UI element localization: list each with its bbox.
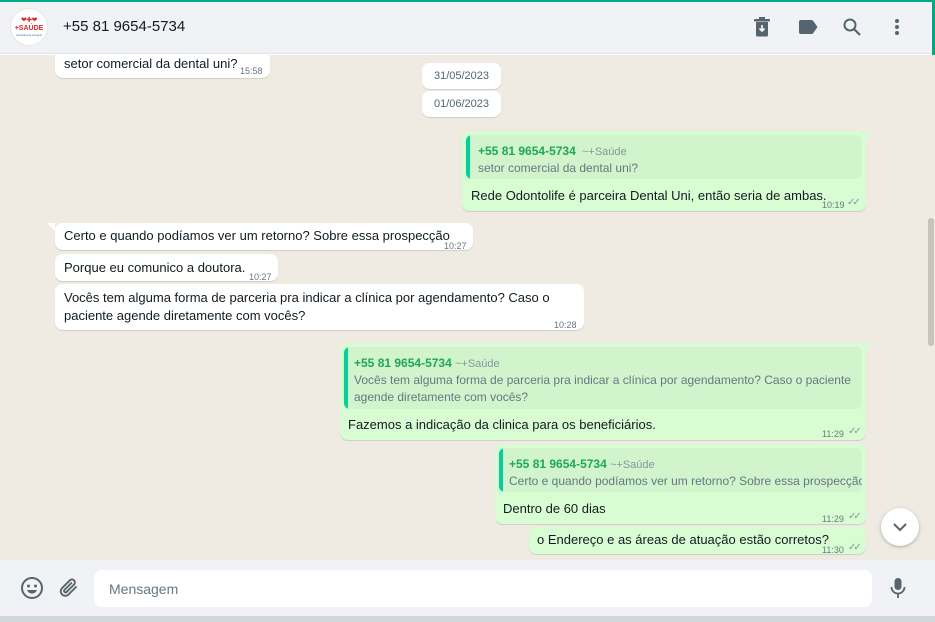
message-text: Rede Odontolife é parceira Dental Uni, e…: [471, 188, 827, 203]
archive-icon[interactable]: [750, 15, 774, 39]
whatsapp-chat-window: ❤✚❤ +SAÚDE assistência integral +55 81 9…: [0, 0, 935, 622]
message-time: 10:28: [554, 320, 577, 330]
message-incoming[interactable]: Certo e quando podíamos ver um retorno? …: [55, 223, 473, 251]
message-outgoing[interactable]: o Endereço e as áreas de atuação estão c…: [529, 527, 866, 555]
message-input[interactable]: [94, 570, 872, 607]
message-incoming[interactable]: Porque eu comunico a doutora. 10:27: [55, 254, 278, 282]
message-text: setor comercial da dental uni?: [64, 56, 238, 71]
mic-icon[interactable]: [885, 575, 911, 601]
double-check-icon: ✓✓: [848, 426, 862, 437]
date-separator: 31/05/2023: [422, 63, 501, 89]
quoted-message[interactable]: +55 81 9654-5734 ~+Saúde Certo e quando …: [499, 448, 862, 492]
chevron-down-icon: [893, 522, 907, 531]
message-time: 11:29: [822, 429, 844, 439]
bubble-tail: [47, 223, 55, 231]
double-check-icon: ✓✓: [848, 511, 862, 522]
double-check-icon: ✓✓: [848, 542, 862, 553]
quote-author: +55 81 9654-5734: [509, 457, 607, 471]
avatar-logo-top: ❤✚❤: [20, 17, 38, 24]
message-text-line: paciente agende diretamente com vocês?: [64, 308, 306, 323]
quoted-message[interactable]: +55 81 9654-5734 ~+Saúde setor comercial…: [466, 135, 862, 179]
message-text: Certo e quando podíamos ver um retorno? …: [64, 228, 450, 243]
scroll-to-bottom-button[interactable]: [881, 508, 919, 546]
quote-author: +55 81 9654-5734: [354, 356, 452, 370]
message-time: 11:29: [822, 514, 844, 524]
message-time: 10:27: [444, 241, 467, 251]
quote-text-line: agende diretamente com vocês?: [354, 390, 529, 404]
scrollbar-thumb[interactable]: [928, 218, 934, 346]
quote-alias: ~+Saúde: [455, 358, 500, 370]
quote-bar: [466, 135, 470, 179]
quote-author: +55 81 9654-5734: [478, 144, 576, 158]
chat-header: ❤✚❤ +SAÚDE assistência integral +55 81 9…: [0, 2, 932, 54]
avatar[interactable]: ❤✚❤ +SAÚDE assistência integral: [10, 8, 48, 46]
quote-text: Certo e quando podíamos ver um retorno? …: [509, 474, 862, 488]
attach-icon[interactable]: [56, 575, 82, 601]
message-incoming[interactable]: setor comercial da dental uni? 15:58: [55, 55, 270, 78]
message-time: 10:19: [822, 200, 845, 210]
message-incoming[interactable]: Vocês tem alguma forma de parceria pra i…: [55, 284, 584, 330]
avatar-logo-sub: assistência integral: [16, 33, 42, 37]
label-icon[interactable]: [796, 15, 820, 39]
bubble-tail: [865, 131, 873, 139]
bubble-tail: [865, 343, 873, 351]
quote-alias: ~+Saúde: [582, 146, 627, 158]
message-time: 15:58: [240, 66, 263, 76]
message-text: Porque eu comunico a doutora.: [64, 260, 246, 275]
message-text: o Endereço e as áreas de atuação estão c…: [537, 532, 829, 547]
quote-text: setor comercial da dental uni?: [478, 161, 639, 175]
message-outgoing[interactable]: +55 81 9654-5734 ~+Saúde Certo e quando …: [495, 444, 866, 524]
message-text: Dentro de 60 dias: [503, 501, 606, 516]
menu-icon[interactable]: [885, 15, 909, 39]
quoted-message[interactable]: +55 81 9654-5734 ~+Saúde Vocês tem algum…: [344, 347, 862, 409]
avatar-logo-main: +SAÚDE: [14, 25, 44, 32]
message-list[interactable]: setor comercial da dental uni? 15:58 31/…: [0, 55, 928, 560]
contact-name[interactable]: +55 81 9654-5734: [63, 18, 185, 35]
message-outgoing[interactable]: +55 81 9654-5734 ~+Saúde Vocês tem algum…: [340, 343, 866, 440]
bottom-border: [0, 616, 935, 622]
double-check-icon: ✓✓: [847, 197, 861, 208]
composer-bar: [0, 560, 935, 616]
quote-bar: [344, 347, 348, 409]
message-outgoing[interactable]: +55 81 9654-5734 ~+Saúde setor comercial…: [462, 131, 866, 211]
emoji-icon[interactable]: [19, 575, 45, 601]
message-time: 11:30: [822, 545, 844, 555]
search-icon[interactable]: [840, 15, 864, 39]
quote-bar: [499, 448, 503, 492]
message-text: Fazemos a indicação da clinica para os b…: [348, 417, 656, 432]
quote-alias: ~+Saúde: [610, 459, 655, 471]
message-text-line: Vocês tem alguma forma de parceria pra i…: [64, 290, 550, 305]
quote-text-line: Vocês tem alguma forma de parceria pra i…: [354, 373, 851, 387]
date-separator: 01/06/2023: [422, 91, 501, 117]
